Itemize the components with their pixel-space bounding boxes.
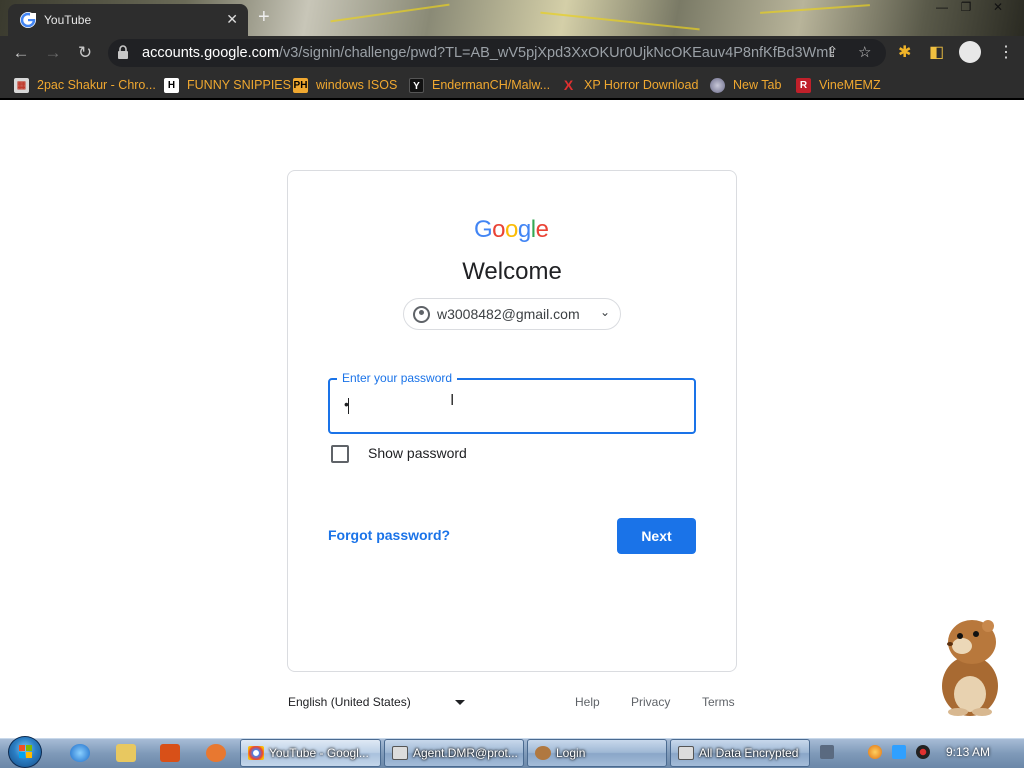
window-icon	[392, 746, 408, 760]
mouse-ibeam-cursor-icon: I	[450, 392, 455, 409]
hamster-desktop-pet[interactable]	[932, 616, 1004, 718]
restore-icon[interactable]: ❐	[954, 0, 978, 16]
page-title: Welcome	[462, 258, 562, 285]
url-text: accounts.google.com/v3/signin/challenge/…	[142, 45, 832, 61]
taskbar-window-login[interactable]: Login	[527, 739, 667, 767]
forward-icon[interactable]: →	[42, 42, 64, 64]
taskbar-window-chrome[interactable]: YouTube - Googl...	[240, 739, 381, 767]
background-decoration	[330, 3, 450, 23]
share-icon[interactable]: ⇪	[826, 43, 839, 61]
taskbar-clock[interactable]: 9:13 AM	[946, 745, 990, 759]
windows-logo-icon	[19, 745, 32, 758]
r-favicon-icon: R	[796, 77, 811, 93]
start-button[interactable]	[8, 736, 42, 768]
bookmark-item[interactable]: R VineMEMZ	[796, 76, 881, 94]
minimize-icon[interactable]: —	[930, 0, 954, 16]
chrome-icon	[248, 746, 264, 760]
background-decoration	[540, 11, 700, 31]
help-link[interactable]: Help	[575, 695, 600, 709]
internet-explorer-icon[interactable]	[70, 744, 90, 762]
privacy-link[interactable]: Privacy	[631, 695, 670, 709]
system-tray-icon[interactable]	[820, 745, 834, 759]
side-panel-icon[interactable]: ◧	[929, 42, 944, 62]
x-favicon-icon: X	[563, 76, 574, 93]
back-icon[interactable]: ←	[10, 42, 32, 64]
file-explorer-icon[interactable]	[116, 744, 136, 762]
next-button[interactable]: Next	[617, 518, 696, 554]
account-circle-icon	[413, 306, 430, 323]
yp-favicon-icon: Y	[409, 77, 424, 93]
ph-favicon-icon: PH	[293, 77, 308, 93]
app-launcher-icon[interactable]	[206, 744, 226, 762]
bookmark-item[interactable]: ▦ 2pac Shakur - Chro...	[14, 76, 156, 94]
taskbar-window-encrypted[interactable]: All Data Encrypted	[670, 739, 810, 767]
show-password-checkbox[interactable]	[331, 445, 349, 463]
bookmarks-bar: ▦ 2pac Shakur - Chro... H FUNNY SNIPPIES P…	[0, 70, 1024, 100]
login-app-icon	[535, 746, 551, 760]
new-tab-button[interactable]: +	[258, 6, 270, 29]
network-tray-icon[interactable]	[892, 745, 906, 759]
navigation-bar: ← → ↻ accounts.google.com/v3/signin/chal…	[0, 36, 1024, 70]
text-caret	[348, 398, 349, 414]
bookmark-item[interactable]: Y EndermanCH/Malw...	[409, 76, 550, 94]
media-player-icon[interactable]	[160, 744, 180, 762]
taskbar-window-agent[interactable]: Agent.DMR@prot...	[384, 739, 524, 767]
terms-link[interactable]: Terms	[702, 695, 735, 709]
bookmark-item[interactable]: New Tab	[710, 76, 781, 94]
reload-icon[interactable]: ↻	[74, 42, 96, 64]
account-email: w3008482@gmail.com	[437, 306, 580, 322]
bookmark-item[interactable]: X XP Horror Download	[561, 76, 699, 94]
address-bar[interactable]: accounts.google.com/v3/signin/challenge/…	[108, 39, 886, 67]
show-password-label[interactable]: Show password	[368, 445, 467, 461]
password-input[interactable]	[328, 378, 696, 434]
password-label: Enter your password	[337, 371, 458, 385]
browser-tab[interactable]: YouTube ✕	[8, 4, 248, 36]
bookmark-star-icon[interactable]: ☆	[858, 43, 871, 61]
background-decoration	[760, 4, 870, 14]
search-tray-icon[interactable]	[868, 745, 882, 759]
menu-kebab-icon[interactable]: ⋮	[998, 42, 1014, 62]
bookmark-item[interactable]: H FUNNY SNIPPIES	[164, 76, 291, 94]
bookmark-item[interactable]: PH windows ISOS	[293, 76, 397, 94]
window-close-icon[interactable]: ✕	[986, 0, 1010, 16]
media-tray-icon[interactable]	[916, 745, 930, 759]
google-logo: Google	[474, 216, 549, 243]
window-icon	[678, 746, 694, 760]
forgot-password-link[interactable]: Forgot password?	[328, 527, 450, 543]
dropdown-arrow-icon[interactable]	[455, 700, 465, 705]
app-icon: ▦	[14, 77, 29, 93]
extensions-puzzle-icon[interactable]: ✱	[898, 42, 911, 62]
google-favicon-icon	[20, 12, 36, 28]
tab-close-icon[interactable]: ✕	[226, 11, 238, 28]
profile-avatar-icon[interactable]	[959, 41, 981, 63]
tab-title: YouTube	[44, 13, 92, 27]
lock-icon	[118, 45, 128, 59]
globe-icon	[710, 77, 725, 93]
h-favicon-icon: H	[164, 77, 179, 93]
chevron-down-icon: ⌄	[599, 305, 610, 319]
language-select[interactable]: English (United States)	[288, 695, 411, 709]
account-chip[interactable]: w3008482@gmail.com ⌄	[403, 298, 621, 330]
